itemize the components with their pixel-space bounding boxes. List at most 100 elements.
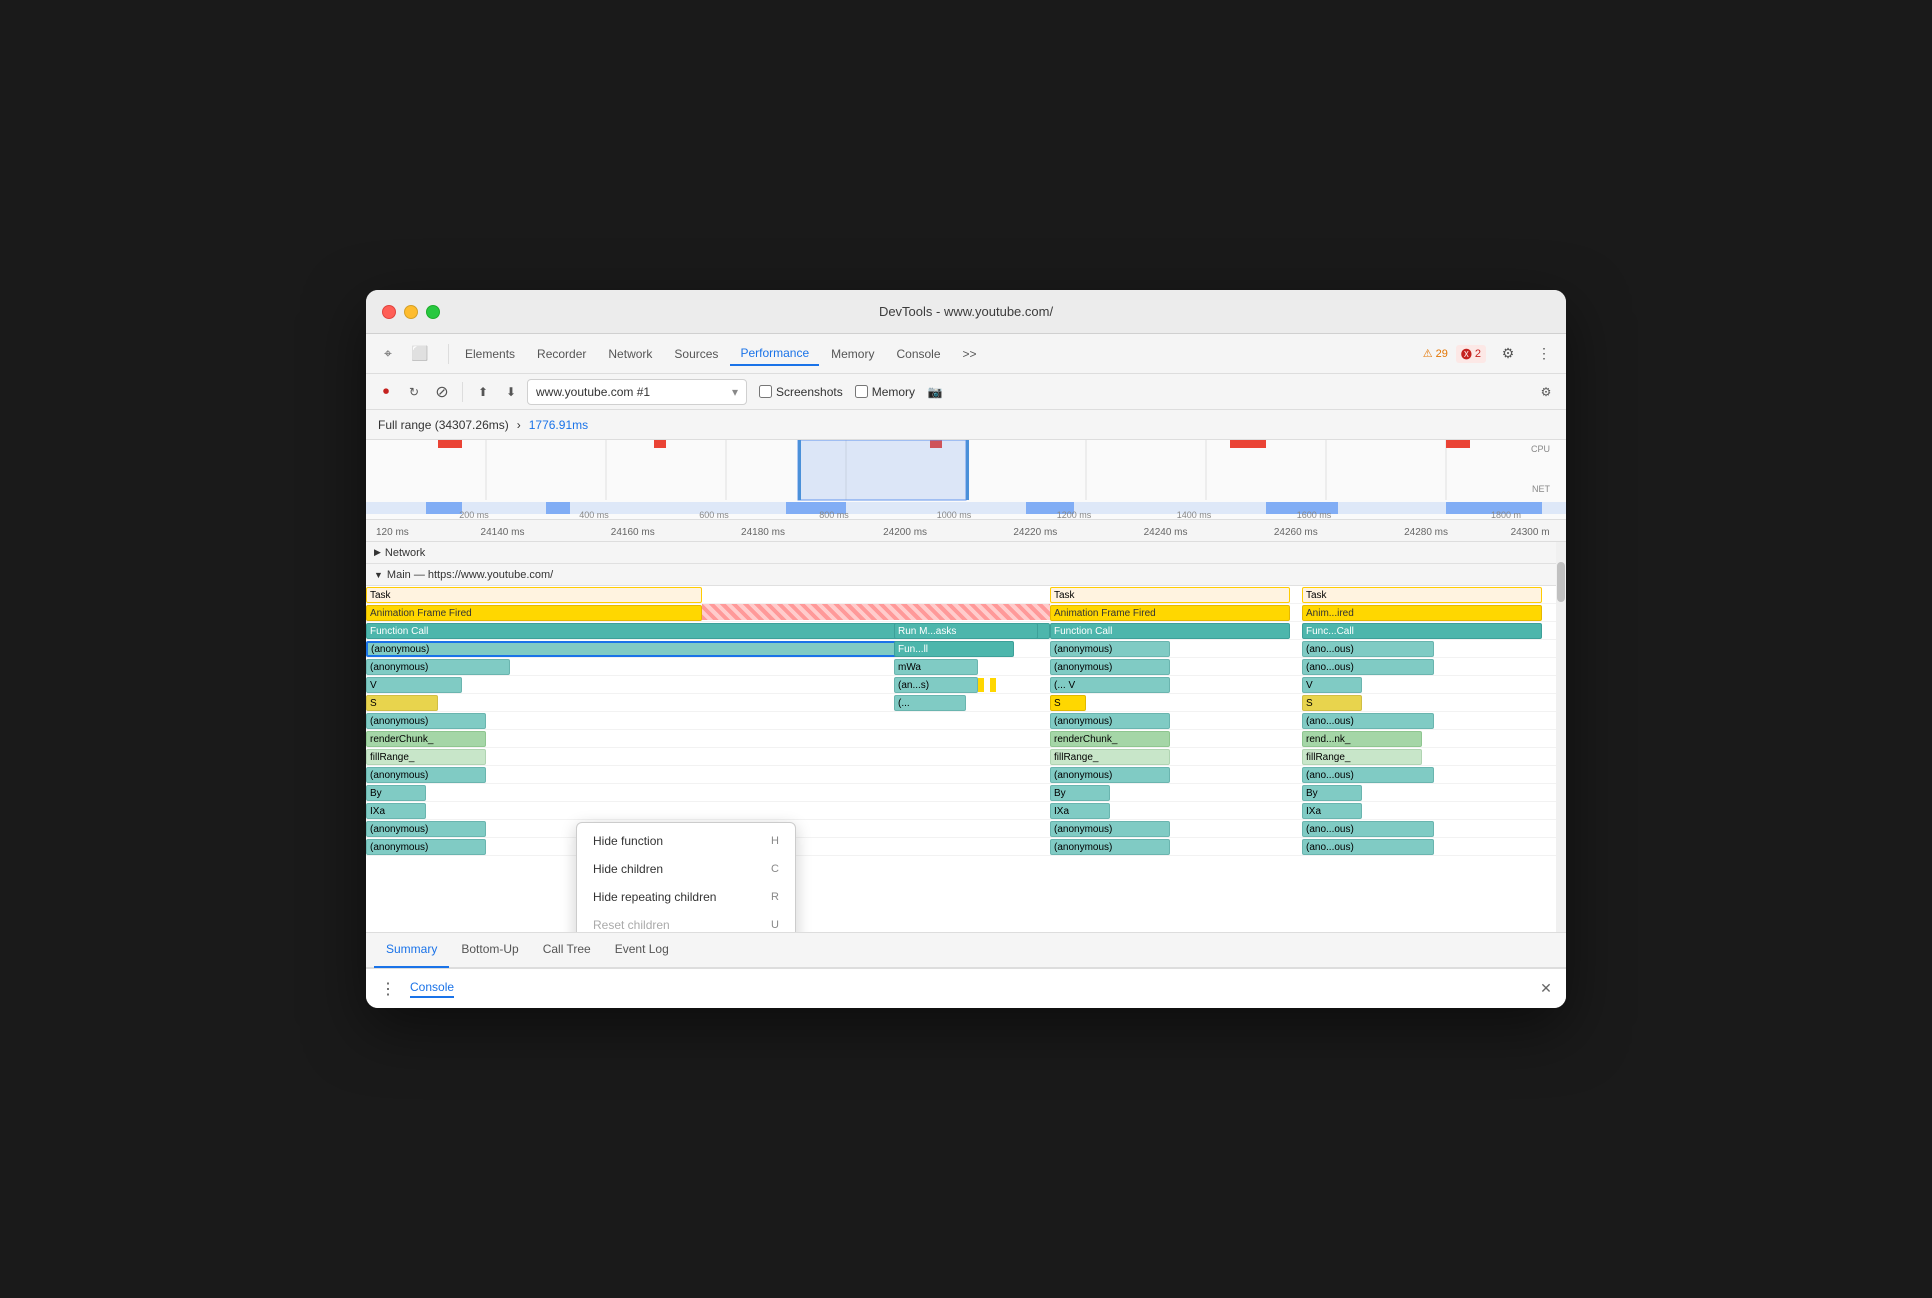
anonymous-row5-3[interactable]: (ano...ous) <box>1302 821 1434 837</box>
minimize-button[interactable] <box>404 305 418 319</box>
tab-sources[interactable]: Sources <box>664 343 728 365</box>
function-block-2[interactable]: Function Call <box>1050 623 1290 639</box>
tab-elements[interactable]: Elements <box>455 343 525 365</box>
refresh-button[interactable]: ↻ <box>402 380 426 404</box>
capture-icon[interactable]: 📷 <box>923 380 947 404</box>
by-block-1[interactable]: By <box>366 785 426 801</box>
anonymous-block-3[interactable]: (ano...ous) <box>1302 641 1434 657</box>
task-block-1[interactable]: Task <box>366 587 702 603</box>
mwa-block[interactable]: mWa <box>894 659 978 675</box>
more-icon[interactable]: ⋮ <box>1530 340 1558 368</box>
task-block-3[interactable]: Task <box>1302 587 1542 603</box>
ans-block[interactable]: (an...s) <box>894 677 978 693</box>
tab-call-tree[interactable]: Call Tree <box>531 932 603 968</box>
main-track-header[interactable]: ▼ Main — https://www.youtube.com/ <box>366 564 1566 586</box>
ixa-block-1[interactable]: IXa <box>366 803 426 819</box>
tab-recorder[interactable]: Recorder <box>527 343 596 365</box>
fun-ll-block[interactable]: Fun...ll <box>894 641 1014 657</box>
tab-event-log[interactable]: Event Log <box>603 932 681 968</box>
network-track-header[interactable]: ▶ Network <box>366 542 1566 564</box>
tab-performance[interactable]: Performance <box>730 342 819 366</box>
scrollbar-thumb[interactable] <box>1557 562 1565 602</box>
anonymous-row3-1[interactable]: (anonymous) <box>366 713 486 729</box>
device-icon[interactable]: ⬜ <box>406 340 434 368</box>
anonymous-row6-1[interactable]: (anonymous) <box>366 839 486 855</box>
flame-chart-area[interactable]: ▶ Network ▼ Main — https://www.youtube.c… <box>366 542 1566 932</box>
console-tab-label[interactable]: Console <box>410 980 454 998</box>
maximize-button[interactable] <box>426 305 440 319</box>
settings-icon[interactable]: ⚙ <box>1494 340 1522 368</box>
anonymous-block-2[interactable]: (anonymous) <box>1050 641 1170 657</box>
anonymous-row5-2[interactable]: (anonymous) <box>1050 821 1170 837</box>
anonymous-row4-1[interactable]: (anonymous) <box>366 767 486 783</box>
settings-perf-icon[interactable]: ⚙ <box>1534 380 1558 404</box>
tab-summary[interactable]: Summary <box>374 932 449 968</box>
s-block-1[interactable]: S <box>366 695 438 711</box>
anonymous-row4-2[interactable]: (anonymous) <box>1050 767 1170 783</box>
render-block-1[interactable]: renderChunk_ <box>366 731 486 747</box>
screenshots-check[interactable] <box>759 385 772 398</box>
run-masks-block[interactable]: Run M...asks <box>894 623 1038 639</box>
render-block-2[interactable]: renderChunk_ <box>1050 731 1170 747</box>
url-select[interactable]: www.youtube.com #1 ▾ <box>527 379 747 405</box>
yellow-mark-1 <box>978 678 984 692</box>
error-count: 2 <box>1475 348 1481 360</box>
tab-console[interactable]: Console <box>886 343 950 365</box>
anonymous-row3-3[interactable]: (ano...ous) <box>1302 713 1434 729</box>
hide-function-item[interactable]: Hide function H <box>577 827 795 855</box>
anonymous-row6-3[interactable]: (ano...ous) <box>1302 839 1434 855</box>
vertical-scrollbar[interactable] <box>1556 542 1566 932</box>
function-block-3[interactable]: Func...Call <box>1302 623 1542 639</box>
by-block-2[interactable]: By <box>1050 785 1110 801</box>
animation-block-1[interactable]: Animation Frame Fired <box>366 605 702 621</box>
tab-memory[interactable]: Memory <box>821 343 884 365</box>
v-block-2[interactable]: V <box>1302 677 1362 693</box>
by-block-3[interactable]: By <box>1302 785 1362 801</box>
render-block-3[interactable]: rend...nk_ <box>1302 731 1422 747</box>
task-block-2[interactable]: Task <box>1050 587 1290 603</box>
tab-network[interactable]: Network <box>598 343 662 365</box>
clear-button[interactable]: ⊘ <box>430 380 454 404</box>
svg-text:24300 m: 24300 m <box>1511 527 1550 538</box>
warning-badge[interactable]: ⚠ 29 <box>1423 347 1448 360</box>
fill-block-2[interactable]: fillRange_ <box>1050 749 1170 765</box>
selected-range-link[interactable]: 1776.91ms <box>529 418 588 432</box>
dotdot-block[interactable]: (... <box>894 695 966 711</box>
record-button[interactable]: ⏺ <box>374 380 398 404</box>
s-block-2[interactable]: S <box>1302 695 1362 711</box>
tab-bottom-up[interactable]: Bottom-Up <box>449 932 530 968</box>
range-arrow-icon: › <box>517 418 521 432</box>
anonymous-row5-1[interactable]: (anonymous) <box>366 821 486 837</box>
fill-block-3[interactable]: fillRange_ <box>1302 749 1422 765</box>
download-button[interactable]: ⬇ <box>499 380 523 404</box>
animation-block-2[interactable]: Animation Frame Fired <box>1050 605 1290 621</box>
anonymous-row3-2[interactable]: (anonymous) <box>1050 713 1170 729</box>
hide-children-item[interactable]: Hide children C <box>577 855 795 883</box>
fill-block-1[interactable]: fillRange_ <box>366 749 486 765</box>
console-menu-icon[interactable]: ⋮ <box>374 975 402 1003</box>
dotdot-v-block[interactable]: (... V <box>1050 677 1170 693</box>
upload-button[interactable]: ⬆ <box>471 380 495 404</box>
ixa-block-2[interactable]: IXa <box>1050 803 1110 819</box>
s-yellow-block[interactable]: S <box>1050 695 1086 711</box>
inspect-icon[interactable]: ⌖ <box>374 340 402 368</box>
close-button[interactable] <box>382 305 396 319</box>
anonymous-row2-2[interactable]: (anonymous) <box>1050 659 1170 675</box>
memory-check[interactable] <box>855 385 868 398</box>
v-block-1[interactable]: V <box>366 677 462 693</box>
timeline-overview[interactable]: 200 ms 400 ms 600 ms 800 ms 1000 ms 1200… <box>366 440 1566 520</box>
screenshots-checkbox[interactable]: Screenshots <box>759 385 843 399</box>
tab-more[interactable]: >> <box>953 343 987 365</box>
anonymous-row4-3[interactable]: (ano...ous) <box>1302 767 1434 783</box>
anonymous-row6-2[interactable]: (anonymous) <box>1050 839 1170 855</box>
animation-block-3[interactable]: Anim...ired <box>1302 605 1542 621</box>
long-task-indicator <box>702 604 1050 620</box>
anonymous-row2-1[interactable]: (anonymous) <box>366 659 510 675</box>
hide-repeating-item[interactable]: Hide repeating children R <box>577 883 795 911</box>
error-badge[interactable]: 🅧 2 <box>1456 345 1486 363</box>
ixa-block-3[interactable]: IXa <box>1302 803 1362 819</box>
memory-checkbox[interactable]: Memory <box>855 385 915 399</box>
console-close-button[interactable]: ✕ <box>1534 977 1558 1001</box>
anonymous-block-selected[interactable]: (anonymous) <box>366 641 930 657</box>
anonymous-row2-3[interactable]: (ano...ous) <box>1302 659 1434 675</box>
